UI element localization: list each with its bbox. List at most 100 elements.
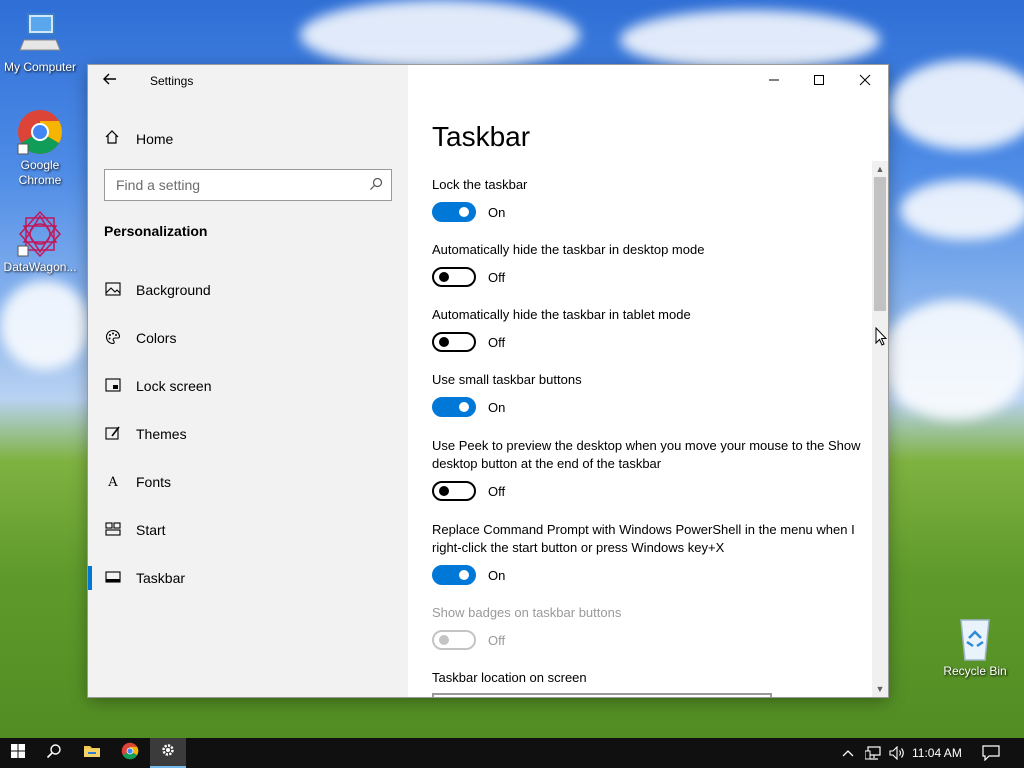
clock[interactable]: 11:04 AM	[912, 738, 962, 768]
sidebar-item-label: Colors	[136, 330, 177, 346]
scroll-thumb[interactable]	[874, 177, 886, 311]
start-button[interactable]	[0, 738, 36, 768]
taskbar: 11:04 AM	[0, 738, 1024, 768]
windows-logo-icon	[10, 743, 26, 763]
setting-label: Taskbar location on screen	[432, 670, 587, 685]
close-button[interactable]	[842, 65, 888, 97]
minimize-icon	[768, 73, 780, 89]
maximize-icon	[813, 73, 825, 89]
setting-show-badges: Show badges on taskbar buttons Off	[432, 604, 862, 650]
desktop-icon-label: Google Chrome	[18, 158, 62, 187]
setting-taskbar-location: Taskbar location on screen	[432, 669, 862, 687]
setting-label: Use small taskbar buttons	[432, 372, 582, 387]
themes-icon	[104, 425, 122, 444]
sidebar-item-label: Background	[136, 282, 211, 298]
toggle-state: On	[488, 399, 506, 415]
search-input[interactable]: Find a setting	[104, 169, 392, 201]
active-indicator	[88, 566, 92, 590]
fonts-icon: A	[108, 474, 118, 490]
mouse-cursor-icon	[875, 326, 888, 347]
setting-label: Use Peek to preview the desktop when you…	[432, 438, 861, 471]
search-button[interactable]	[36, 738, 72, 768]
sidebar-item-fonts[interactable]: A Fonts	[88, 462, 408, 502]
toggle-knob	[439, 635, 449, 645]
chrome-taskbar-button[interactable]	[112, 738, 148, 768]
sidebar-item-background[interactable]: Background	[88, 270, 408, 310]
settings-taskbar-button[interactable]	[150, 738, 186, 768]
desktop-icon-google-chrome[interactable]: Google Chrome	[0, 108, 80, 188]
search-icon	[46, 743, 62, 763]
desktop-icon-datawagon[interactable]: DataWagon...	[0, 210, 80, 275]
sidebar-item-label: Start	[136, 522, 166, 538]
sidebar-item-taskbar[interactable]: Taskbar	[88, 558, 408, 598]
toggle-state: On	[488, 567, 506, 583]
home-link[interactable]: Home	[104, 129, 173, 149]
folder-icon	[83, 743, 101, 763]
desktop-icon-my-computer[interactable]: My Computer	[0, 10, 80, 75]
file-explorer-button[interactable]	[74, 738, 110, 768]
toggle-switch[interactable]	[432, 481, 476, 501]
toggle-state: Off	[488, 269, 506, 285]
chevron-up-icon[interactable]	[842, 738, 854, 768]
maximize-button[interactable]	[796, 65, 842, 97]
toggle-knob	[459, 570, 469, 580]
section-heading: Personalization	[104, 223, 208, 239]
sidebar-item-colors[interactable]: Colors	[88, 318, 408, 358]
location-dropdown[interactable]	[432, 693, 772, 697]
close-icon	[859, 73, 871, 89]
taskbar-icon	[104, 570, 122, 586]
toggle-knob	[439, 272, 449, 282]
toggle-knob	[439, 337, 449, 347]
toggle-switch[interactable]	[432, 565, 476, 585]
search-placeholder: Find a setting	[116, 177, 201, 193]
action-center-icon[interactable]	[982, 738, 1000, 768]
toggle-switch[interactable]	[432, 332, 476, 352]
setting-powershell: Replace Command Prompt with Windows Powe…	[432, 521, 862, 585]
recycle-bin-icon	[951, 614, 999, 662]
toggle-switch[interactable]	[432, 267, 476, 287]
sidebar: Settings Home Find a setting Personaliza…	[88, 65, 408, 697]
palette-icon	[104, 329, 122, 348]
network-icon[interactable]	[865, 738, 883, 768]
sidebar-item-themes[interactable]: Themes	[88, 414, 408, 454]
scroll-down-icon[interactable]: ▼	[872, 681, 888, 697]
page-title: Taskbar	[432, 121, 531, 152]
sidebar-item-label: Themes	[136, 426, 187, 442]
picture-icon	[104, 281, 122, 299]
minimize-button[interactable]	[751, 65, 797, 97]
setting-label: Automatically hide the taskbar in deskto…	[432, 242, 705, 257]
scroll-up-icon[interactable]: ▲	[872, 161, 888, 177]
search-icon	[361, 177, 391, 194]
setting-use-peek: Use Peek to preview the desktop when you…	[432, 437, 862, 501]
main-panel: Taskbar Lock the taskbar On Automaticall…	[408, 65, 888, 697]
toggle-knob	[459, 402, 469, 412]
home-label: Home	[136, 131, 174, 147]
setting-label: Replace Command Prompt with Windows Powe…	[432, 522, 855, 555]
setting-small-buttons: Use small taskbar buttons On	[432, 371, 862, 417]
desktop-icon-recycle-bin[interactable]: Recycle Bin	[935, 614, 1015, 679]
chrome-icon	[16, 108, 64, 156]
sidebar-item-start[interactable]: Start	[88, 510, 408, 550]
chrome-icon	[121, 742, 139, 764]
toggle-knob	[459, 207, 469, 217]
window-title: Settings	[150, 74, 194, 88]
toggle-state: Off	[488, 483, 506, 499]
sidebar-item-lock-screen[interactable]: Lock screen	[88, 366, 408, 406]
toggle-switch[interactable]	[432, 397, 476, 417]
settings-window: Settings Home Find a setting Personaliza…	[88, 65, 888, 697]
desktop-icon-label: DataWagon...	[3, 260, 77, 274]
toggle-state: Off	[488, 632, 506, 648]
toggle-knob	[439, 486, 449, 496]
setting-label: Lock the taskbar	[432, 177, 528, 192]
setting-autohide-tablet: Automatically hide the taskbar in tablet…	[432, 306, 862, 352]
volume-icon[interactable]	[889, 738, 905, 768]
gear-icon	[160, 742, 176, 762]
setting-autohide-desktop: Automatically hide the taskbar in deskto…	[432, 241, 862, 287]
datawagon-icon	[16, 210, 64, 258]
scrollbar[interactable]: ▲ ▼	[872, 161, 888, 697]
toggle-switch	[432, 630, 476, 650]
toggle-switch[interactable]	[432, 202, 476, 222]
back-arrow-icon[interactable]	[102, 71, 122, 91]
lock-screen-icon	[104, 377, 122, 395]
setting-label: Automatically hide the taskbar in tablet…	[432, 307, 691, 322]
